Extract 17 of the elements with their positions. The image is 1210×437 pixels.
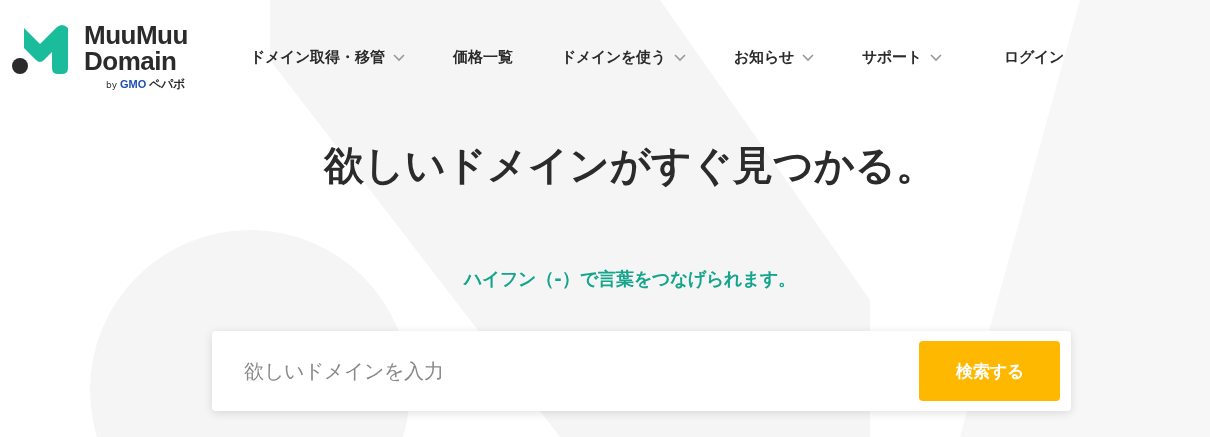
hint-text: ハイフン（-）で言葉をつなげられます。 bbox=[462, 267, 797, 291]
nav-link[interactable]: お知らせ bbox=[733, 48, 814, 67]
chevron-down-icon bbox=[392, 53, 405, 62]
chevron-down-icon bbox=[801, 53, 814, 62]
company-logo-text: ペパボ bbox=[149, 76, 186, 93]
chevron-down-icon bbox=[673, 53, 686, 62]
nav-link[interactable]: ドメインを使う bbox=[560, 48, 686, 67]
logo-text: Domain bbox=[84, 48, 178, 74]
chevron-down-icon bbox=[929, 53, 942, 62]
nav-link[interactable]: サポート bbox=[861, 48, 942, 67]
logo-text: MuuMuu bbox=[84, 22, 188, 48]
nav-link[interactable]: 価格一覧 bbox=[452, 48, 513, 67]
hero-title: 欲しいドメインがすぐ見つかる。 bbox=[322, 141, 937, 190]
company-logo-text: GMO bbox=[120, 78, 147, 90]
by-text: by bbox=[106, 80, 118, 90]
nav-link[interactable]: ドメイン取得・移管 bbox=[249, 48, 405, 67]
nav-link[interactable]: ログイン bbox=[1003, 48, 1064, 67]
